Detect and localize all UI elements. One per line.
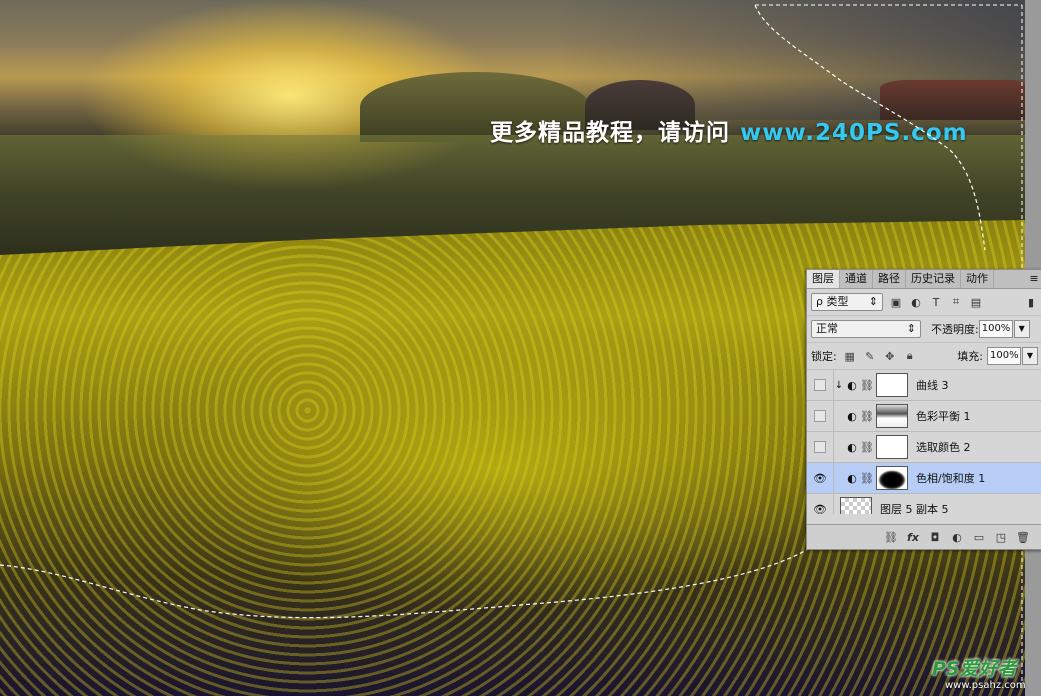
lock-all-icon[interactable]: 🔒︎: [903, 349, 917, 363]
eye-icon: 👁︎: [813, 471, 827, 485]
tab-actions[interactable]: 动作: [961, 270, 994, 288]
visibility-toggle[interactable]: 👁︎: [807, 494, 834, 514]
layer-row-selected[interactable]: 👁︎ ◐ ⛓ 色相/饱和度 1: [807, 463, 1041, 494]
adjustment-filter-icon[interactable]: ◐: [909, 295, 923, 309]
mask-link-icon[interactable]: ⛓: [860, 379, 874, 392]
visibility-toggle[interactable]: [807, 401, 834, 431]
blend-mode-select[interactable]: 正常 ⇕: [811, 320, 921, 338]
hidden-box-icon: [814, 379, 826, 391]
type-filter-icon[interactable]: T: [929, 295, 943, 309]
new-adjustment-icon[interactable]: ◐: [946, 531, 968, 544]
visibility-toggle[interactable]: 👁︎: [807, 463, 834, 493]
site-url: www.psahz.com: [945, 680, 1026, 691]
smart-object-filter-icon[interactable]: ▤: [969, 295, 983, 309]
filter-toggle-icon[interactable]: ▮: [1024, 295, 1038, 309]
layer-row[interactable]: ◐ ⛓ 选取颜色 2: [807, 432, 1041, 463]
tab-layers[interactable]: 图层: [807, 270, 840, 288]
layer-row[interactable]: ◐ ⛓ 色彩平衡 1: [807, 401, 1041, 432]
hidden-box-icon: [814, 410, 826, 422]
layer-row[interactable]: 👁︎ 图层 5 副本 5: [807, 494, 1041, 514]
layer-name[interactable]: 色相/饱和度 1: [916, 470, 985, 486]
opacity-dropdown-icon[interactable]: ▼: [1013, 320, 1030, 338]
new-layer-icon[interactable]: ◳: [990, 531, 1012, 544]
lock-transparent-icon[interactable]: ▦: [843, 349, 857, 363]
panel-menu-icon[interactable]: ≡: [1026, 270, 1041, 288]
visibility-toggle[interactable]: [807, 370, 834, 400]
adjustment-icon: ◐: [847, 471, 857, 485]
fill-label: 填充:: [957, 350, 983, 363]
shape-filter-icon[interactable]: ⌗: [949, 295, 963, 309]
mask-link-icon[interactable]: ⛓: [860, 472, 874, 485]
blend-mode-value: 正常: [816, 322, 838, 335]
filter-kind-select[interactable]: ρ 类型 ⇕: [811, 293, 883, 311]
layer-name[interactable]: 图层 5 副本 5: [880, 501, 949, 514]
visibility-toggle[interactable]: [807, 432, 834, 462]
layer-thumbnail[interactable]: [840, 497, 872, 514]
chevron-updown-icon: ⇕: [906, 322, 916, 335]
panel-bottom-bar: ⛓ fx ◘ ◐ ▭ ◳ 🗑︎: [807, 524, 1041, 549]
mask-link-icon[interactable]: ⛓: [860, 441, 874, 454]
lock-position-icon[interactable]: ✥: [883, 349, 897, 363]
adjustment-icon: ◐: [847, 440, 857, 454]
tab-channels[interactable]: 通道: [840, 270, 873, 288]
site-logo: PS爱好者: [932, 658, 1017, 680]
eye-icon: 👁︎: [813, 502, 827, 515]
layer-name[interactable]: 曲线 3: [916, 377, 949, 393]
fill-input[interactable]: 100%: [987, 347, 1021, 365]
opacity-label: 不透明度:: [931, 323, 979, 336]
layer-mask-thumbnail[interactable]: [876, 466, 908, 490]
filter-kind-label: ρ 类型: [816, 295, 849, 308]
clip-arrow-icon: ↓: [834, 379, 844, 391]
tab-history[interactable]: 历史记录: [906, 270, 961, 288]
layer-mask-thumbnail[interactable]: [876, 435, 908, 459]
fx-icon[interactable]: fx: [902, 531, 924, 544]
watermark-text: 更多精品教程，请访问: [490, 120, 730, 146]
image-filter-icon[interactable]: ▣: [889, 295, 903, 309]
layer-mask-thumbnail[interactable]: [876, 404, 908, 428]
layers-list: ↓ ◐ ⛓ 曲线 3 ◐ ⛓ 色彩平衡 1 ◐ ⛓ 选取颜色 2 👁︎ ◐ ⛓: [807, 370, 1041, 514]
tab-paths[interactable]: 路径: [873, 270, 906, 288]
lock-label: 锁定:: [811, 350, 837, 363]
adjustment-icon: ◐: [847, 409, 857, 423]
layers-panel[interactable]: 图层 通道 路径 历史记录 动作 ≡ ρ 类型 ⇕ ▣ ◐ T ⌗ ▤ ▮ 正常…: [806, 269, 1041, 550]
new-group-icon[interactable]: ▭: [968, 531, 990, 544]
layer-name[interactable]: 选取颜色 2: [916, 439, 971, 455]
panel-tabs: 图层 通道 路径 历史记录 动作 ≡: [807, 270, 1041, 289]
blend-row: 正常 ⇕ 不透明度: 100% ▼: [807, 316, 1041, 343]
filter-row: ρ 类型 ⇕ ▣ ◐ T ⌗ ▤ ▮: [807, 289, 1041, 316]
mask-link-icon[interactable]: ⛓: [860, 410, 874, 423]
lock-image-icon[interactable]: ✎: [863, 349, 877, 363]
chevron-updown-icon: ⇕: [868, 295, 878, 308]
fill-dropdown-icon[interactable]: ▼: [1022, 347, 1038, 365]
watermark: 更多精品教程，请访问 www.240PS.com: [490, 113, 968, 147]
layer-name[interactable]: 色彩平衡 1: [916, 408, 971, 424]
opacity-input[interactable]: 100%: [978, 320, 1013, 338]
layer-mask-thumbnail[interactable]: [876, 373, 908, 397]
adjustment-icon: ◐: [847, 378, 857, 392]
add-mask-icon[interactable]: ◘: [924, 531, 946, 544]
lock-row: 锁定: ▦ ✎ ✥ 🔒︎ 填充: 100% ▼: [807, 343, 1041, 370]
link-layers-icon[interactable]: ⛓: [880, 531, 902, 544]
delete-layer-icon[interactable]: 🗑︎: [1012, 531, 1034, 544]
hidden-box-icon: [814, 441, 826, 453]
layer-row[interactable]: ↓ ◐ ⛓ 曲线 3: [807, 370, 1041, 401]
watermark-url: www.240PS.com: [740, 120, 968, 146]
